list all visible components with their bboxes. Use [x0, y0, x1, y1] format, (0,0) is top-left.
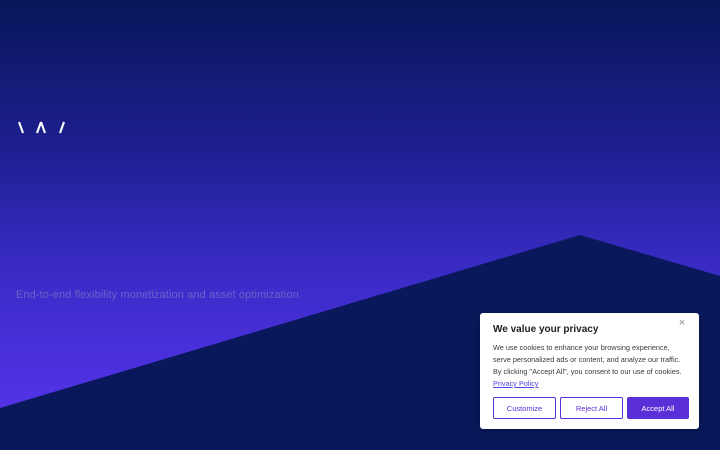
- wavy-lines-logo-icon[interactable]: [17, 119, 69, 137]
- cookie-banner-buttons: Customize Reject All Accept All: [493, 397, 689, 419]
- customize-button[interactable]: Customize: [493, 397, 556, 419]
- cookie-consent-banner: × We value your privacy We use cookies t…: [480, 313, 699, 429]
- cookie-banner-title: We value your privacy: [493, 324, 599, 335]
- accept-all-button[interactable]: Accept All: [627, 397, 689, 419]
- privacy-policy-link[interactable]: Privacy Policy: [493, 379, 538, 388]
- cookie-banner-text: We use cookies to enhance your browsing …: [493, 342, 686, 390]
- cookie-banner-body: We use cookies to enhance your browsing …: [493, 343, 682, 376]
- reject-all-button[interactable]: Reject All: [560, 397, 623, 419]
- hero-tagline: End-to-end flexibility monetization and …: [16, 289, 302, 301]
- page: End-to-end flexibility monetization and …: [0, 0, 720, 450]
- close-icon[interactable]: ×: [676, 317, 688, 329]
